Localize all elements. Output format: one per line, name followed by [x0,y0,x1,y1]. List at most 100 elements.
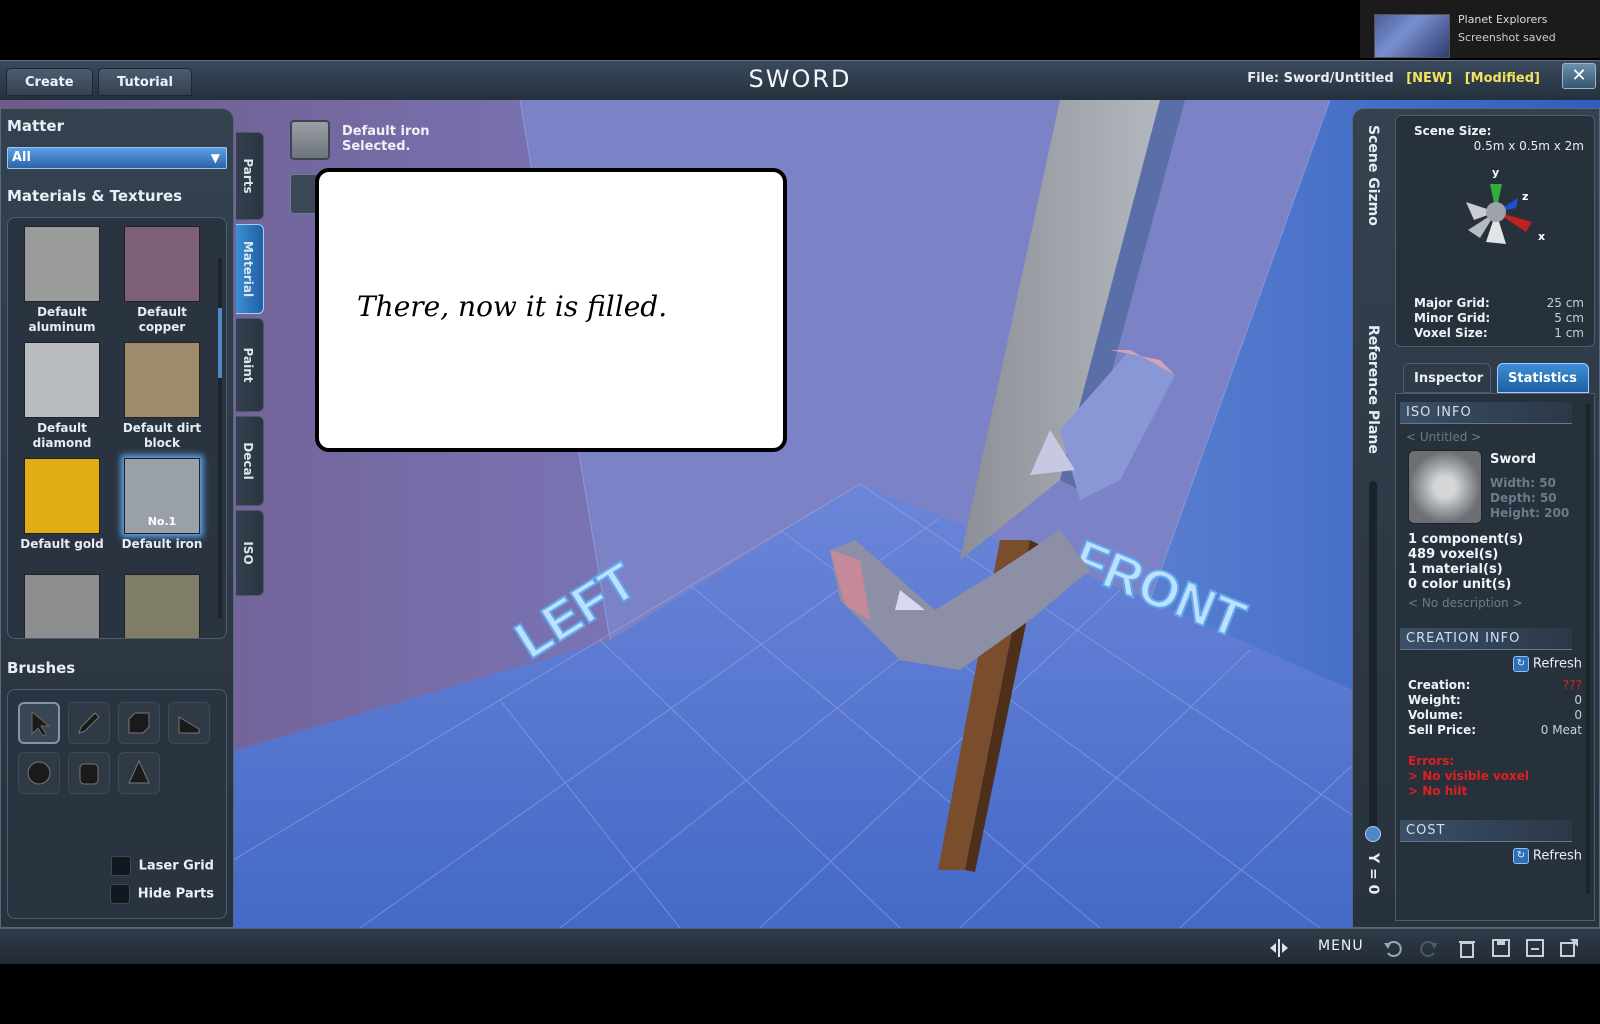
materials-list[interactable]: Default aluminum Default copper Default … [7,217,227,639]
bottom-bar: MENU [0,928,1600,964]
tutorial-speech-bubble: There, now it is filled. [315,168,787,452]
notification-app: Planet Explorers [1458,13,1548,26]
material-tile[interactable] [14,574,110,638]
scrollbar-thumb[interactable] [218,308,222,378]
major-grid-row: Major Grid: 25 cm [1414,296,1584,310]
cost-header: COST [1400,820,1572,842]
tab-material[interactable]: Material [236,224,264,314]
z-axis-label: z [1522,190,1528,203]
box-brush-button[interactable] [118,702,160,744]
iso-info-header: ISO INFO [1400,402,1572,424]
x-axis-label: x [1538,230,1545,243]
menu-button[interactable]: MENU [1318,938,1364,954]
tab-parts[interactable]: Parts [236,132,264,220]
matter-title: Matter [7,117,64,135]
scene-gizmo-box: Scene Size: 0.5m x 0.5m x 2m y z x Major… [1395,115,1595,347]
selected-material-swatch [290,120,330,160]
statistics-scrollbar[interactable] [1586,404,1590,894]
voxel-size-row: Voxel Size: 1 cm [1414,326,1584,340]
file-label: File: [1247,71,1280,86]
hide-parts-label: Hide Parts [137,886,214,902]
tab-statistics[interactable]: Statistics [1497,363,1589,393]
sphere-brush-button[interactable] [18,752,60,794]
slope-brush-button[interactable] [168,702,210,744]
reference-plane-label: Reference Plane [1365,325,1381,454]
file-info: File: Sword/Untitled [NEW] [Modified] [1247,71,1540,86]
save-icon[interactable] [1490,937,1512,959]
export-icon[interactable] [1558,937,1580,959]
sword-iso-icon [1408,450,1482,524]
item-height: Height: 200 [1490,506,1570,520]
laser-grid-label: Laser Grid [138,858,214,874]
screenshot-notification: Planet Explorers Screenshot saved [1360,0,1600,58]
material-label: Default gold [20,537,104,551]
material-tile[interactable]: Default gold [14,458,110,552]
select-brush-button[interactable] [18,702,60,744]
cone-brush-button[interactable] [118,752,160,794]
matter-dropdown[interactable]: All ▼ [7,147,227,169]
slider-knob[interactable] [1365,826,1381,842]
cost-refresh-button[interactable]: ↻ Refresh [1512,848,1582,864]
error-no-visible-voxel: > No visible voxel [1408,769,1529,783]
material-label: Default iron [121,537,203,551]
errors-label: Errors: [1408,754,1455,768]
material-swatch [24,226,100,302]
material-swatch: No.1 [124,458,200,534]
creation-refresh-button[interactable]: ↻ Refresh [1512,656,1582,672]
scene-size-label: Scene Size: [1414,124,1492,138]
brushes-title: Brushes [7,659,76,677]
y-axis-label: y [1492,166,1499,179]
cylinder-brush-button[interactable] [68,752,110,794]
weight-row: Weight: 0 [1408,693,1582,707]
material-swatch [24,574,100,638]
tab-inspector[interactable]: Inspector [1403,363,1491,393]
notification-message: Screenshot saved [1458,31,1556,44]
selected-material-name: Default iron [342,124,430,139]
material-label: Default dirt block [122,421,202,450]
reference-plane-slider[interactable] [1365,481,1381,842]
pencil-icon [78,712,100,734]
material-tile[interactable] [114,574,210,638]
save-as-icon[interactable] [1524,937,1546,959]
volume-row: Volume: 0 [1408,708,1582,722]
statistics-panel: ISO INFO < Untitled > Sword Width: 50 De… [1395,393,1595,921]
undo-icon[interactable] [1382,937,1404,959]
refresh-icon: ↻ [1512,848,1529,864]
selected-status: Selected. [342,139,411,154]
laser-grid-checkbox[interactable] [110,856,131,876]
material-tile[interactable]: Default dirt block [114,342,210,451]
untitled-label: < Untitled > [1406,430,1482,444]
error-no-hilt: > No hilt [1408,784,1468,798]
matter-selected: All [12,150,31,165]
material-tile[interactable]: Default copper [114,226,210,335]
materials-scrollbar[interactable] [218,258,222,618]
sphere-icon [27,761,51,785]
hide-parts-checkbox[interactable] [109,884,130,904]
tutorial-text: There, now it is filled. [357,290,668,323]
materials-title: Materials & Textures [7,187,183,205]
material-tile[interactable]: Default diamond [14,342,110,451]
material-tile[interactable]: Default aluminum [14,226,110,335]
y-value-label: Y = 0 [1365,853,1381,895]
tab-label: Paint [241,347,255,383]
pencil-brush-button[interactable] [68,702,110,744]
close-button[interactable]: ✕ [1562,63,1596,89]
brushes-panel: Laser Grid Hide Parts [7,689,227,919]
mirror-icon[interactable] [1268,937,1290,959]
tab-iso[interactable]: ISO [236,510,264,596]
creation-row: Creation:??? [1408,678,1582,692]
laser-grid-toggle[interactable]: Laser Grid [110,856,214,876]
tab-decal[interactable]: Decal [236,416,264,506]
item-depth: Depth: 50 [1490,491,1557,505]
axis-gizmo[interactable]: y z x [1446,162,1566,262]
redo-icon[interactable] [1418,937,1440,959]
scene-gizmo-label: Scene Gizmo [1365,125,1381,226]
trash-icon[interactable] [1456,937,1478,959]
chevron-down-icon: ▼ [210,151,220,165]
hide-parts-toggle[interactable]: Hide Parts [109,884,214,904]
material-swatch [24,458,100,534]
material-swatch [124,574,200,638]
top-bar: Create Tutorial SWORD File: Sword/Untitl… [0,60,1600,100]
material-tile-selected[interactable]: No.1 Default iron [114,458,210,552]
tab-paint[interactable]: Paint [236,318,264,412]
